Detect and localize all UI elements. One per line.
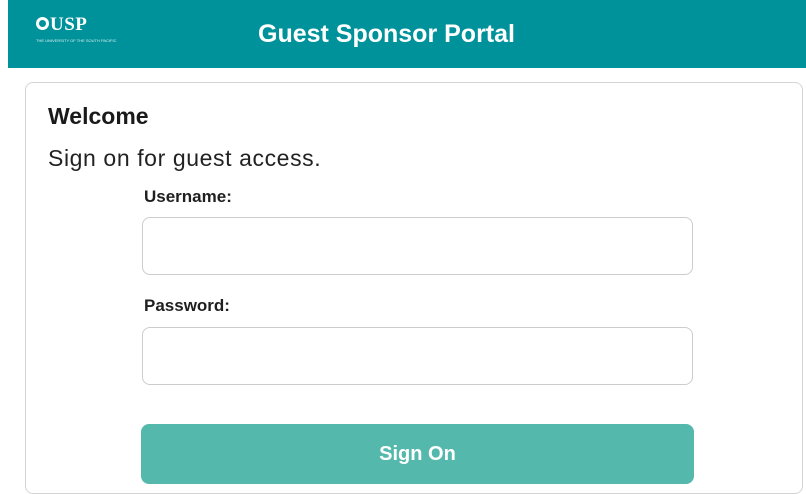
welcome-heading: Welcome <box>48 103 149 129</box>
logo-text: USP <box>50 14 88 35</box>
username-label: Username: <box>144 187 232 206</box>
logo-mark: USP <box>36 15 106 35</box>
sign-on-button[interactable]: Sign On <box>141 424 694 484</box>
seal-icon <box>36 17 49 30</box>
usp-logo: USP THE UNIVERSITY OF THE SOUTH PACIFIC <box>36 12 122 48</box>
username-input[interactable] <box>142 217 693 275</box>
logo-subtext: THE UNIVERSITY OF THE SOUTH PACIFIC <box>36 38 117 43</box>
password-label: Password: <box>144 296 230 315</box>
password-input[interactable] <box>142 327 693 385</box>
portal-header: USP THE UNIVERSITY OF THE SOUTH PACIFIC … <box>8 0 806 68</box>
login-subtitle: Sign on for guest access. <box>48 145 322 171</box>
portal-title: Guest Sponsor Portal <box>258 20 515 48</box>
